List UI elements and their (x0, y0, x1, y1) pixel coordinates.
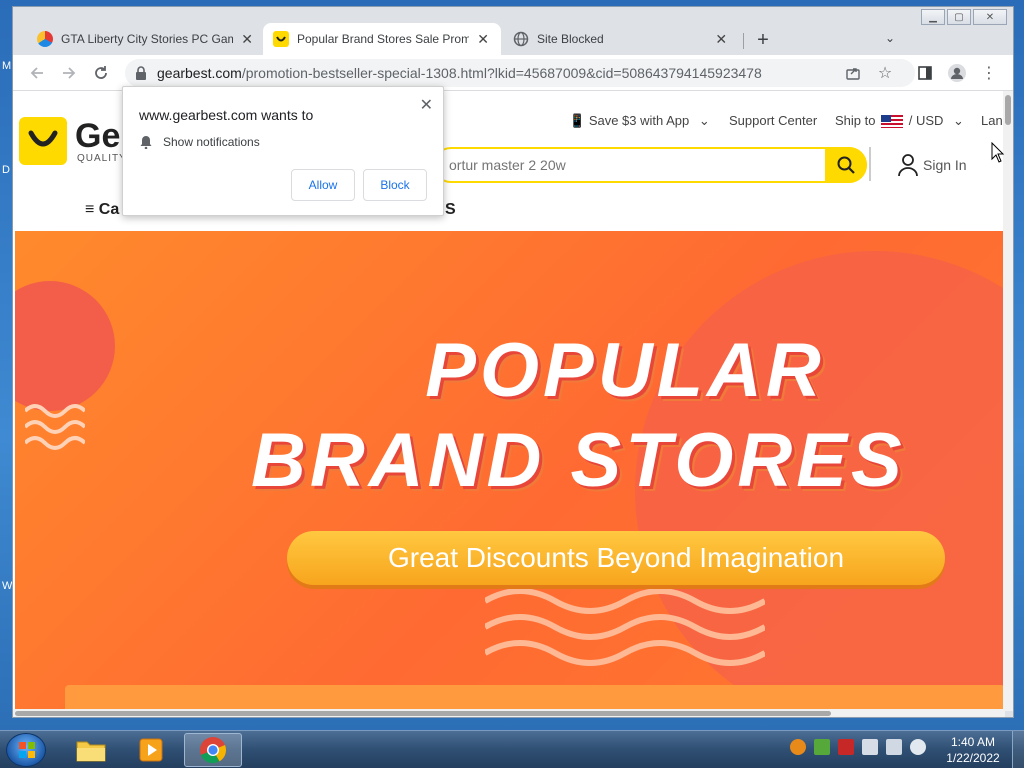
tab-title: Popular Brand Stores Sale Promo (297, 32, 470, 46)
clock-date: 1/22/2022 (946, 751, 1000, 765)
taskbar-chrome[interactable] (184, 733, 242, 767)
us-flag-icon (881, 115, 904, 129)
system-clock[interactable]: 1:40 AM 1/22/2022 (940, 734, 1006, 766)
new-tab-button[interactable]: + (751, 29, 775, 52)
taskbar-media-player[interactable] (122, 733, 180, 767)
taskbar-explorer[interactable] (62, 733, 120, 767)
close-tab-icon[interactable]: ✕ (475, 31, 491, 48)
forward-icon[interactable] (59, 63, 79, 83)
ship-to-selector[interactable]: Ship to / USD ⌄ (835, 113, 964, 129)
site-favicon-icon (37, 31, 53, 47)
show-desktop-button[interactable] (1012, 731, 1024, 768)
search-magnifier-icon[interactable] (790, 739, 806, 755)
mouse-cursor-icon (991, 141, 1005, 167)
close-icon[interactable]: ✕ (420, 95, 433, 115)
banner-title-line1: POPULAR (425, 328, 825, 413)
globe-icon (513, 31, 529, 47)
horizontal-scrollbar[interactable] (13, 709, 1005, 717)
save-with-app-link[interactable]: 📱 Save $3 with App ⌄ (569, 113, 710, 129)
phone-icon: 📱 (569, 113, 586, 128)
desktop-icon-label-w[interactable]: W (2, 580, 12, 592)
gearbest-logo-icon[interactable] (19, 117, 67, 165)
tab-gearbest[interactable]: Popular Brand Stores Sale Promo ✕ (263, 23, 501, 55)
sign-in-link[interactable]: Sign In (897, 153, 967, 177)
user-icon (898, 154, 918, 177)
start-button[interactable] (6, 733, 46, 767)
vertical-scrollbar[interactable] (1003, 91, 1013, 711)
tab-gta[interactable]: GTA Liberty City Stories PC Game ✕ (27, 23, 265, 55)
clock-time: 1:40 AM (950, 735, 996, 749)
lock-icon[interactable] (133, 65, 149, 81)
notification-permission-popup: www.gearbest.com wants to ✕ Show notific… (122, 86, 444, 216)
tab-title: Site Blocked (537, 32, 604, 46)
promo-banner[interactable]: POPULAR BRAND STORES Great Discounts Bey… (15, 231, 1005, 711)
url-text[interactable]: gearbest.com/promotion-bestseller-specia… (157, 65, 762, 81)
utorrent-icon[interactable] (814, 739, 830, 755)
volume-icon[interactable] (910, 739, 926, 755)
system-tray (790, 739, 926, 755)
ship-to-label: Ship to (835, 113, 876, 128)
url-host: gearbest.com (157, 65, 242, 81)
reload-icon[interactable] (91, 63, 111, 83)
permission-title: www.gearbest.com wants to (139, 107, 314, 123)
decor-wave (485, 588, 765, 666)
chrome-icon (200, 737, 227, 764)
search-button[interactable] (825, 147, 867, 183)
allow-button[interactable]: Allow (291, 169, 355, 201)
search-input[interactable] (449, 155, 809, 175)
support-center-link[interactable]: Support Center (729, 113, 817, 128)
folder-icon (76, 741, 106, 762)
url-path: /promotion-bestseller-special-1308.html?… (241, 65, 762, 81)
antivirus-icon[interactable] (838, 739, 854, 755)
side-panel-icon[interactable] (915, 63, 935, 83)
permission-item: Show notifications (139, 135, 260, 149)
share-icon[interactable] (843, 63, 863, 83)
bell-icon (140, 136, 152, 149)
menu-kebab-icon[interactable]: ⋮ (979, 63, 999, 83)
profile-avatar-icon[interactable] (947, 63, 967, 83)
save-with-app-label: Save $3 with App (588, 113, 690, 128)
banner-title-line2: BRAND STORES (251, 418, 906, 503)
chevron-down-icon: ⌄ (953, 113, 964, 128)
logo-tagline: QUALITY (77, 153, 127, 164)
windows-logo-icon (19, 742, 35, 758)
search-icon (837, 156, 855, 174)
chevron-down-icon: ⌄ (698, 113, 710, 128)
tab-site-blocked[interactable]: Site Blocked ✕ (503, 23, 739, 55)
close-tab-icon[interactable]: ✕ (239, 31, 255, 48)
back-icon[interactable] (27, 63, 47, 83)
nav-item[interactable]: S (445, 201, 456, 219)
banner-subtitle: Great Discounts Beyond Imagination (287, 531, 945, 585)
sign-in-label: Sign In (923, 157, 967, 173)
tab-search-button[interactable]: ⌄ (885, 31, 895, 45)
permission-item-label: Show notifications (163, 135, 260, 149)
flag-icon[interactable] (862, 739, 878, 755)
gearbest-favicon-icon (273, 31, 289, 47)
tab-strip: GTA Liberty City Stories PC Game ✕ Popul… (13, 19, 1013, 55)
search-box (433, 147, 867, 183)
taskbar: 1:40 AM 1/22/2022 (0, 730, 1024, 768)
close-tab-icon[interactable]: ✕ (714, 31, 730, 48)
language-selector[interactable]: Lan (981, 113, 1003, 128)
banner-content-panel (65, 685, 1005, 711)
address-bar[interactable]: gearbest.com/promotion-bestseller-specia… (125, 59, 915, 87)
block-button[interactable]: Block (363, 169, 427, 201)
category-menu[interactable]: ≡ Ca (85, 201, 119, 219)
desktop-icon-label-m[interactable]: M (2, 60, 11, 72)
bookmark-star-icon[interactable]: ☆ (875, 63, 895, 83)
desktop-icon-label-d[interactable]: D (2, 164, 10, 176)
media-player-icon (139, 738, 163, 762)
tab-title: GTA Liberty City Stories PC Game (61, 32, 234, 46)
header-divider (869, 147, 871, 181)
logo-text[interactable]: Ge (75, 117, 120, 156)
currency-label: / USD (908, 113, 944, 128)
network-icon[interactable] (886, 739, 902, 755)
tab-separator (743, 33, 744, 49)
